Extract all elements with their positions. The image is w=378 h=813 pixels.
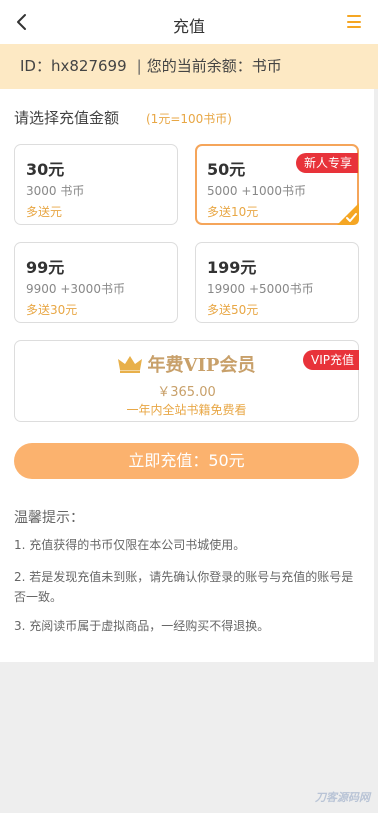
option-amount: 199元	[207, 258, 257, 277]
top-nav-bar: 充值	[0, 0, 378, 44]
exchange-rate-note: (1元=100书币)	[146, 112, 232, 126]
crown-icon	[117, 356, 142, 373]
option-coins: 9900 +3000书币	[26, 282, 125, 296]
account-bar: ID：hx827699 | 您的当前余额：书币	[0, 44, 378, 89]
recharge-option-99[interactable]: 99元 9900 +3000书币 多送30元	[14, 242, 178, 323]
page-title: 充值	[172, 17, 205, 36]
vip-title-text: 年费VIP会员	[147, 355, 256, 376]
balance-label: 您的当前余额：书币	[146, 57, 282, 75]
checkmark-icon	[337, 203, 359, 225]
new-user-badge: 新人专享	[295, 153, 358, 173]
separator: |	[136, 57, 142, 75]
menu-icon[interactable]	[347, 15, 361, 28]
recharge-panel: 请选择充值金额 (1元=100书币) 30元 3000 书币 多送元 50元 5…	[0, 89, 374, 662]
user-id-value: hx827699	[50, 57, 127, 75]
option-bonus: 多送元	[26, 205, 63, 219]
option-coins: 3000 书币	[26, 184, 85, 198]
section-title: 请选择充值金额	[14, 109, 120, 127]
option-coins: 19900 +5000书币	[207, 282, 314, 296]
recharge-option-30[interactable]: 30元 3000 书币 多送元	[14, 144, 178, 225]
option-amount: 99元	[26, 258, 65, 277]
option-coins: 5000 +1000书币	[207, 184, 306, 198]
user-id-label: ID：	[20, 57, 51, 75]
vip-price: ￥365.00	[157, 385, 216, 400]
watermark: 刀客源码网	[315, 791, 370, 804]
tip-item: 3. 充阅读币属于虚拟商品，一经购买不得退换。	[14, 619, 270, 633]
vip-description: 一年内全站书籍免费看	[126, 403, 247, 417]
recharge-option-199[interactable]: 199元 19900 +5000书币 多送50元	[195, 242, 359, 323]
option-bonus: 多送50元	[207, 303, 259, 317]
option-amount: 50元	[207, 160, 246, 179]
tip-item: 1. 充值获得的书币仅限在本公司书城使用。	[14, 538, 246, 552]
vip-badge: VIP充值	[303, 350, 359, 370]
option-amount: 30元	[26, 160, 65, 179]
recharge-option-50[interactable]: 50元 5000 +1000书币 多送10元 新人专享	[195, 144, 359, 225]
vip-annual-option[interactable]: 年费VIP会员 ￥365.00 一年内全站书籍免费看 VIP充值	[14, 340, 359, 422]
tips-title: 温馨提示：	[14, 510, 84, 526]
recharge-now-button[interactable]: 立即充值：50元	[14, 443, 359, 479]
tip-item: 2. 若是发现充值未到账，请先确认你登录的账号与充值的账号是否一致。	[14, 570, 354, 604]
option-bonus: 多送10元	[207, 205, 259, 219]
option-bonus: 多送30元	[26, 303, 78, 317]
